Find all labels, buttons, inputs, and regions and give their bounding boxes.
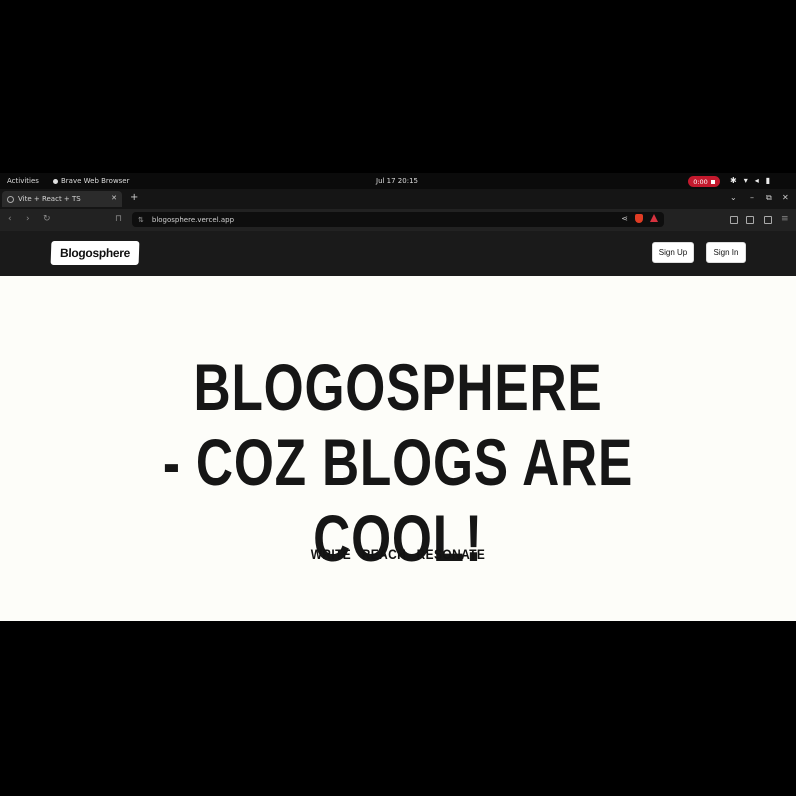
extensions-icon[interactable]	[746, 216, 754, 224]
app-name: Brave Web Browser	[61, 177, 130, 185]
tagline-reach: REACH	[361, 546, 407, 562]
menu-icon[interactable]: ≡	[781, 214, 789, 224]
hero-title: BLOGOSPHERE	[193, 350, 603, 424]
tab-title: Vite + React + TS	[18, 195, 81, 203]
clock[interactable]: Jul 17 20:15	[376, 177, 418, 185]
sign-up-button[interactable]: Sign Up	[652, 242, 694, 263]
reload-icon[interactable]: ↻	[43, 214, 51, 224]
system-top-bar: Activities Brave Web Browser Jul 17 20:1…	[0, 173, 796, 189]
new-tab-button[interactable]: +	[130, 192, 138, 203]
close-window-icon[interactable]: ✕	[782, 193, 789, 202]
hero-section: BLOGOSPHERE - COZ BLOGS ARE COOL! WRITE …	[0, 276, 796, 621]
site-logo[interactable]: Blogosphere	[50, 241, 140, 265]
bookmark-icon[interactable]: ⊓	[115, 214, 122, 224]
browser-tab[interactable]: Vite + React + TS ✕	[2, 191, 122, 207]
activities-button[interactable]: Activities	[7, 177, 39, 185]
stop-icon	[710, 179, 715, 184]
address-bar[interactable]: ⇅ blogosphere.vercel.app ⋖	[132, 212, 664, 227]
address-bar-icons: ⋖	[621, 214, 658, 223]
brave-rewards-icon[interactable]	[650, 214, 658, 222]
system-tray[interactable]: ✱ ▾ ◂ ▮	[730, 176, 770, 185]
brave-icon	[53, 178, 58, 184]
volume-icon: ◂	[754, 176, 759, 185]
site-info-icon[interactable]: ⇅	[138, 216, 144, 224]
minimize-icon[interactable]: –	[750, 193, 754, 202]
tab-favicon-icon	[7, 195, 14, 203]
wallet-icon[interactable]	[764, 216, 772, 224]
share-icon[interactable]: ⋖	[621, 214, 628, 223]
recording-time: 0:00	[693, 177, 708, 186]
sign-in-button[interactable]: Sign In	[706, 242, 746, 263]
accessibility-icon: ✱	[730, 176, 737, 185]
forward-icon[interactable]: ›	[26, 214, 30, 224]
sidebar-icon[interactable]	[730, 216, 738, 224]
restore-icon[interactable]: ⧉	[766, 193, 772, 203]
close-tab-icon[interactable]: ✕	[111, 194, 117, 202]
tagline: WRITE REACH RESONATE	[60, 546, 737, 562]
url-text: blogosphere.vercel.app	[151, 215, 235, 224]
tagline-resonate: RESONATE	[416, 546, 486, 562]
site-header: Blogosphere Sign Up Sign In	[0, 231, 796, 276]
app-menu[interactable]: Brave Web Browser	[53, 177, 130, 185]
screen: Activities Brave Web Browser Jul 17 20:1…	[0, 173, 796, 621]
battery-icon: ▮	[765, 176, 771, 185]
back-icon[interactable]: ‹	[8, 214, 12, 224]
tab-strip: Vite + React + TS ✕ + ⌄ – ⧉ ✕	[0, 189, 796, 209]
wifi-icon: ▾	[743, 176, 748, 185]
tagline-write: WRITE	[310, 546, 352, 562]
brave-shields-icon[interactable]	[635, 214, 643, 223]
tab-list-icon[interactable]: ⌄	[730, 193, 737, 202]
screen-recording-indicator[interactable]: 0:00	[688, 176, 720, 187]
navigation-bar: ‹ › ↻ ⊓ ⇅ blogosphere.vercel.app ⋖ ≡	[0, 209, 796, 231]
